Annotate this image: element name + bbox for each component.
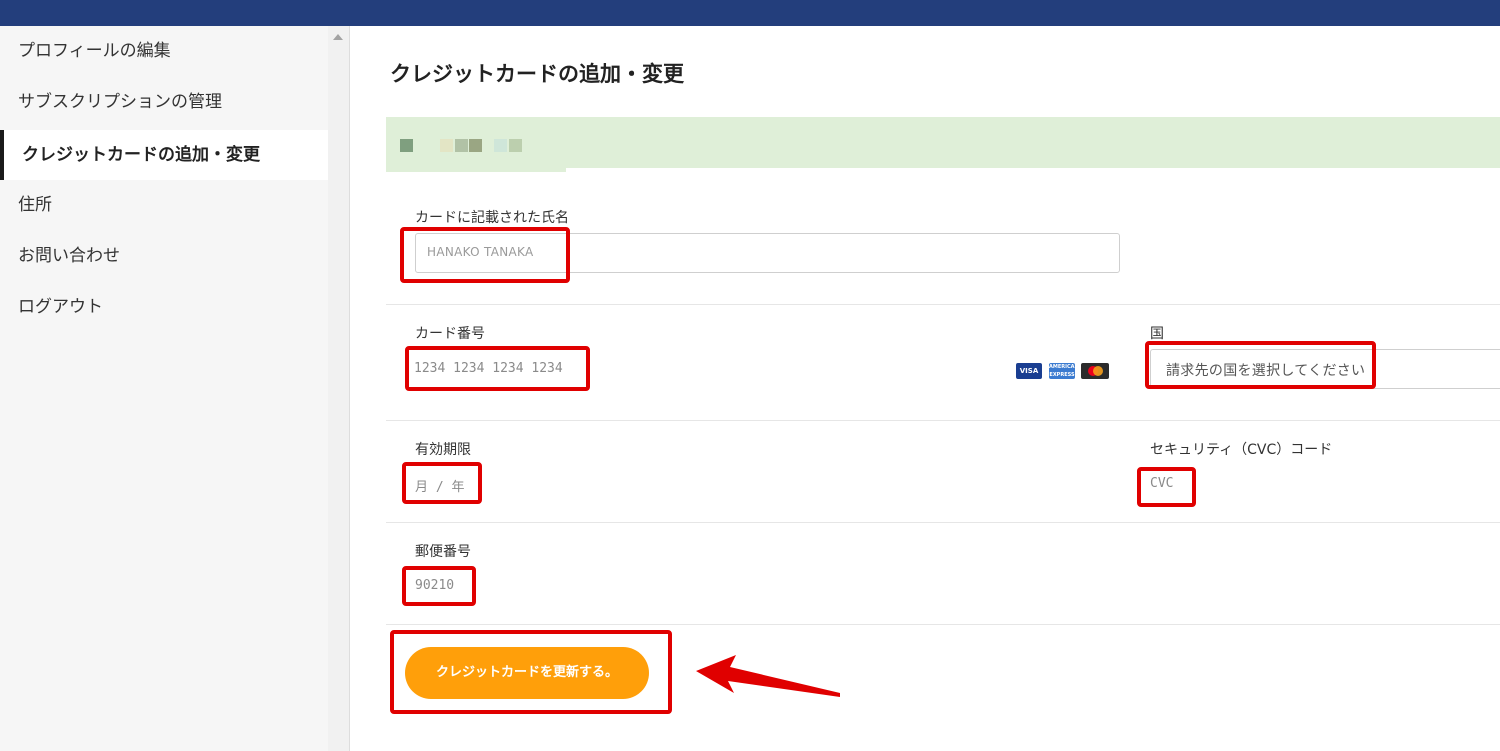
pixelated-notice-text [455, 139, 468, 152]
postal-code-placeholder: 90210 [415, 578, 455, 593]
expiry-label: 有効期限 [415, 442, 471, 458]
divider [386, 420, 1500, 421]
country-select[interactable]: 請求先の国を選択してください [1150, 349, 1500, 389]
visa-icon: VISA [1016, 363, 1042, 379]
name-input[interactable]: HANAKO TANAKA [415, 233, 1120, 273]
mastercard-icon [1081, 363, 1109, 379]
name-placeholder: HANAKO TANAKA [427, 245, 534, 259]
pixelated-notice-text [494, 139, 507, 152]
sidebar-item-subscription[interactable]: サブスクリプションの管理 [0, 77, 328, 127]
sidebar-item-edit-profile[interactable]: プロフィールの編集 [0, 26, 328, 76]
divider [386, 522, 1500, 523]
amex-icon: AMERICAN EXPRESS [1049, 363, 1079, 379]
pixelated-notice-text [440, 139, 453, 152]
expiry-placeholder: 月 / 年 [415, 480, 465, 495]
cvc-label: セキュリティ（CVC）コード [1150, 442, 1333, 458]
scroll-up-arrow-icon[interactable] [333, 34, 343, 40]
sidebar-item-credit-card[interactable]: クレジットカードの追加・変更 [0, 130, 328, 180]
country-placeholder: 請求先の国を選択してください [1166, 363, 1366, 379]
update-card-button[interactable]: クレジットカードを更新する。 [405, 647, 649, 699]
card-number-placeholder: 1234 1234 1234 1234 [414, 361, 563, 376]
name-label: カードに記載された氏名 [415, 210, 569, 226]
divider [386, 304, 1500, 305]
sidebar-item-logout[interactable]: ログアウト [0, 282, 328, 332]
card-number-input[interactable]: 1234 1234 1234 1234 [414, 352, 1110, 386]
card-number-label: カード番号 [415, 326, 485, 342]
sidebar: プロフィールの編集 サブスクリプションの管理 クレジットカードの追加・変更 住所… [0, 26, 328, 751]
pixelated-notice-text [509, 139, 522, 152]
divider [386, 624, 1500, 625]
expiry-input[interactable]: 月 / 年 [414, 470, 1014, 500]
top-bar [0, 0, 1500, 26]
pixelated-notice-icon [400, 139, 413, 152]
sidebar-item-contact[interactable]: お問い合わせ [0, 231, 328, 281]
notice-banner [386, 117, 1500, 172]
main-content: クレジットカードの追加・変更 カードに記載された氏名 HANAKO TANAKA… [350, 26, 1500, 751]
page-title: クレジットカードの追加・変更 [390, 62, 684, 86]
cvc-placeholder: CVC [1150, 476, 1174, 491]
country-label: 国 [1150, 326, 1164, 342]
sidebar-item-address[interactable]: 住所 [0, 180, 328, 230]
postal-code-input[interactable]: 90210 [414, 572, 1014, 602]
postal-code-label: 郵便番号 [415, 544, 471, 560]
sidebar-scrollbar[interactable] [328, 26, 350, 751]
annotation-arrow-icon [696, 655, 840, 697]
cvc-input[interactable]: CVC [1148, 470, 1488, 500]
pixelated-notice-text [469, 139, 482, 152]
